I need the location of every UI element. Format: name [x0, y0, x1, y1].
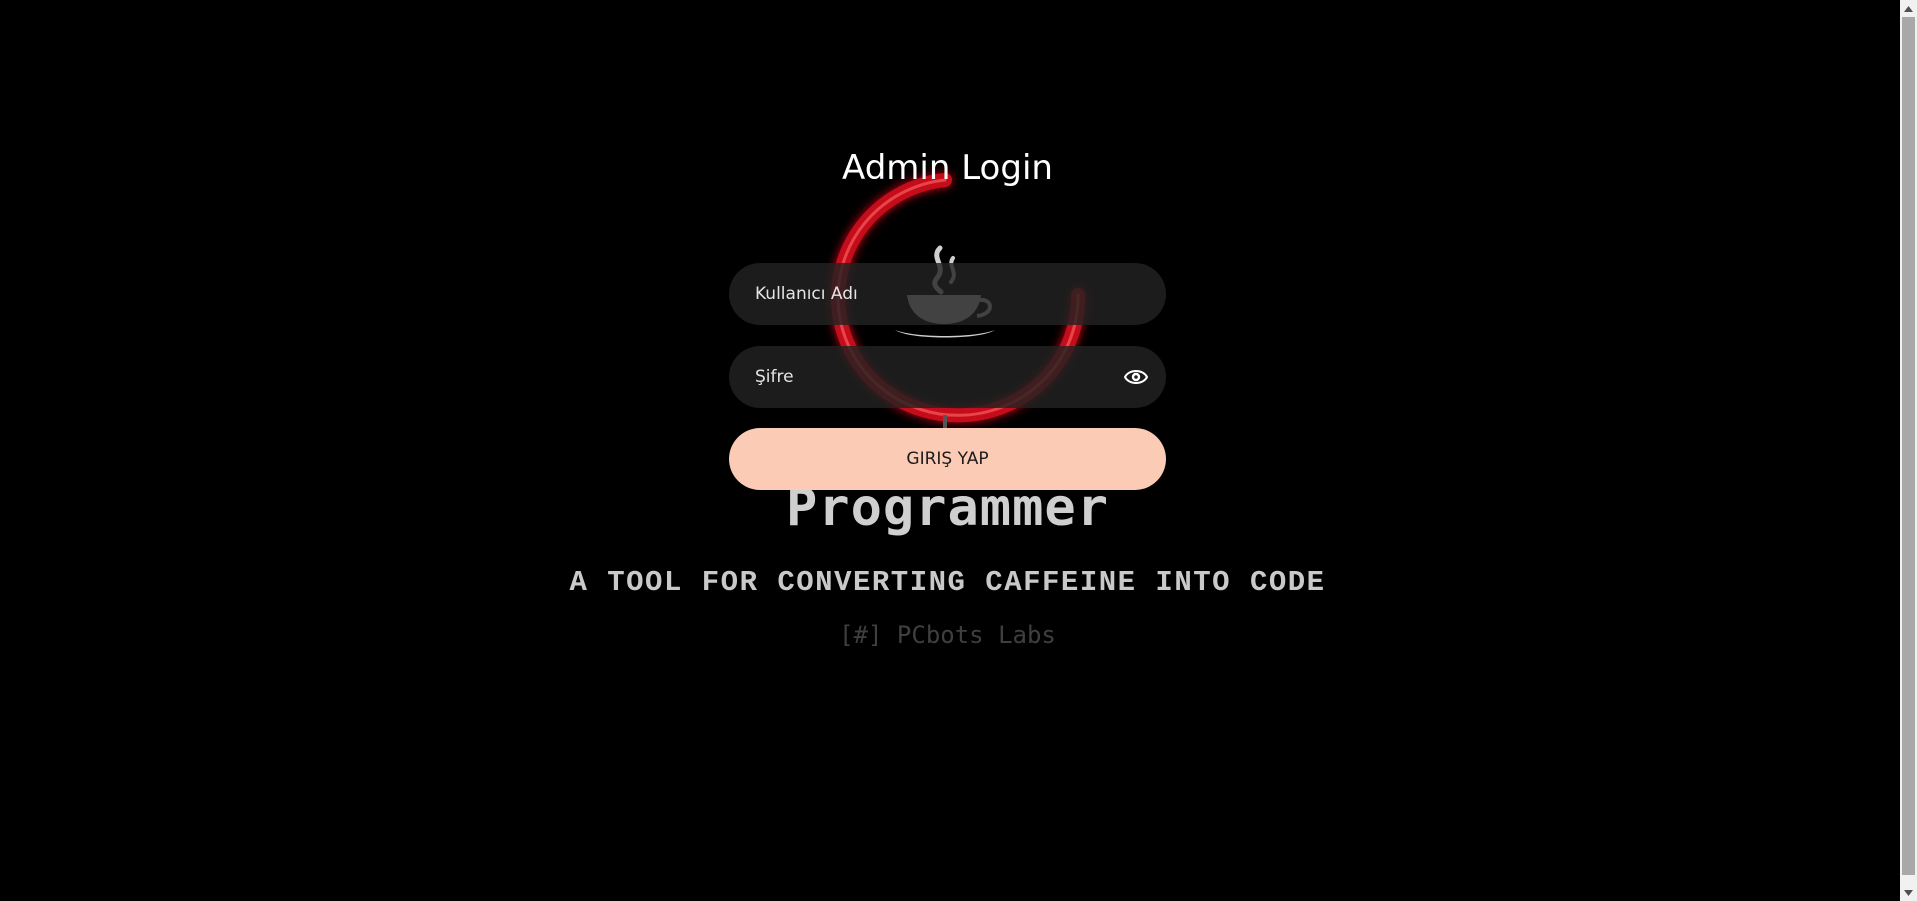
scroll-down-icon[interactable]: [1900, 884, 1917, 901]
login-title: Admin Login: [842, 148, 1053, 188]
username-field-wrapper: [729, 263, 1166, 325]
password-field-wrapper: [729, 346, 1166, 408]
brand-lab-name: [#] PCbots Labs: [839, 621, 1056, 649]
scrollbar-thumb[interactable]: [1902, 17, 1915, 875]
scroll-up-icon[interactable]: [1900, 0, 1917, 17]
vertical-scrollbar[interactable]: [1900, 0, 1917, 901]
eye-icon[interactable]: [1123, 365, 1149, 389]
username-input[interactable]: [729, 263, 1166, 325]
admin-login-page: Programmer A TOOL FOR CONVERTING CAFFEIN…: [0, 0, 1917, 901]
password-input[interactable]: [729, 346, 1166, 408]
login-form: Admin Login GIRIŞ YAP: [729, 140, 1166, 490]
brand-tagline: A TOOL FOR CONVERTING CAFFEINE INTO CODE: [569, 566, 1326, 599]
login-submit-button[interactable]: GIRIŞ YAP: [729, 428, 1166, 490]
